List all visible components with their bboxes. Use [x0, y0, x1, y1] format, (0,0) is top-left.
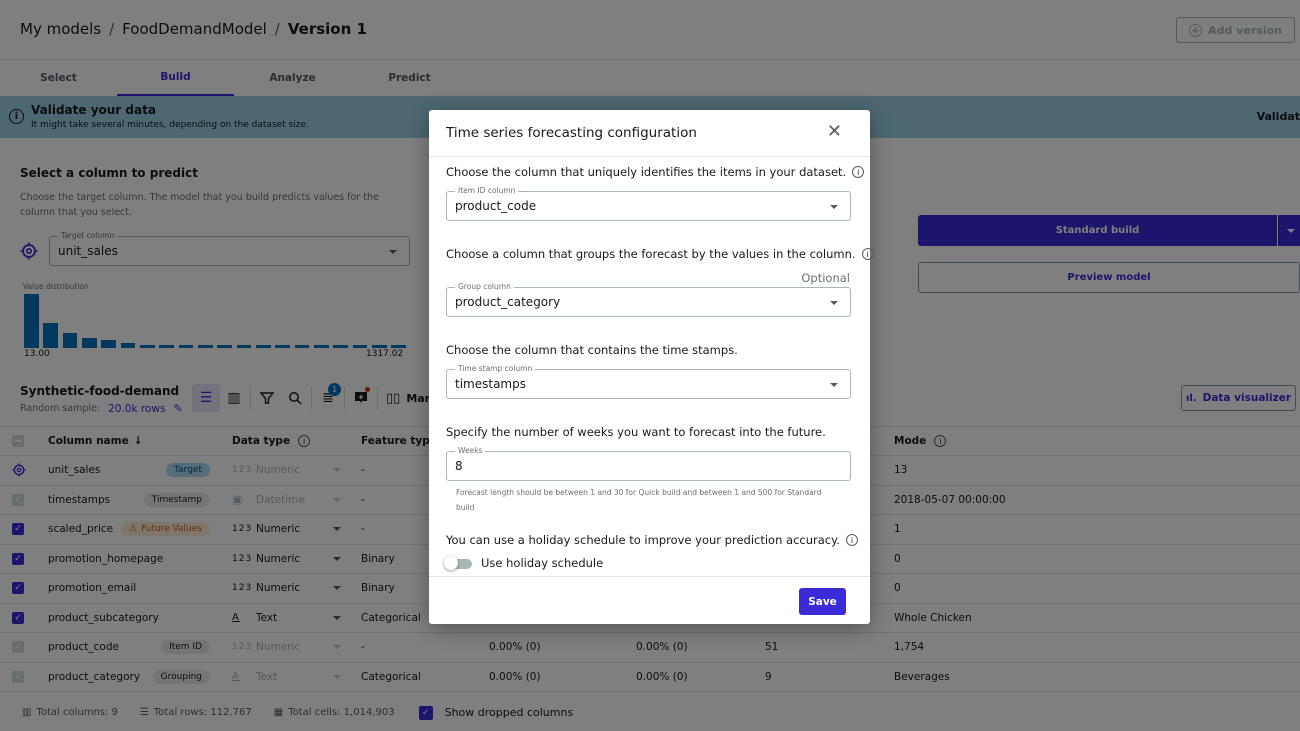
chevron-down-icon [830, 205, 838, 209]
chevron-down-icon [830, 383, 838, 387]
optional-label: Optional [801, 271, 850, 285]
close-icon[interactable]: ✕ [827, 123, 842, 141]
timestamp-question-text: Choose the column that contains the time… [446, 343, 738, 357]
item-id-question-text: Choose the column that uniquely identifi… [446, 165, 847, 179]
holiday-question: You can use a holiday schedule to improv… [446, 533, 858, 547]
holiday-schedule-toggle[interactable] [444, 556, 472, 570]
save-button[interactable]: Save [799, 588, 846, 615]
weeks-question: Specify the number of weeks you want to … [446, 425, 826, 439]
info-icon[interactable]: i [861, 248, 874, 260]
chevron-down-icon [830, 301, 838, 305]
item-id-column-select[interactable]: Item ID column product_code [446, 186, 851, 221]
ts-config-modal: Time series forecasting configuration ✕ … [429, 110, 874, 624]
item-id-value: product_code [455, 199, 537, 213]
group-question: Choose a column that groups the forecast… [446, 247, 874, 261]
item-id-legend: Item ID column [455, 186, 519, 196]
group-value: product_category [455, 295, 561, 309]
weeks-helper-text: Forecast length should be between 1 and … [456, 488, 822, 512]
weeks-legend: Weeks [455, 446, 486, 456]
modal-title: Time series forecasting configuration [446, 125, 697, 141]
holiday-toggle-label: Use holiday schedule [481, 556, 604, 570]
group-question-text: Choose a column that groups the forecast… [446, 247, 856, 261]
modal-header: Time series forecasting configuration ✕ [429, 110, 870, 157]
toggle-knob [444, 556, 458, 570]
holiday-question-text: You can use a holiday schedule to improv… [446, 533, 840, 547]
item-id-question: Choose the column that uniquely identifi… [446, 165, 865, 179]
timestamp-column-select[interactable]: Time stamp column timestamps [446, 364, 851, 399]
weeks-input[interactable]: Weeks 8 [446, 446, 851, 481]
timestamp-legend: Time stamp column [455, 364, 536, 374]
group-legend: Group column [455, 282, 514, 292]
weeks-value: 8 [455, 459, 463, 473]
weeks-question-text: Specify the number of weeks you want to … [446, 425, 826, 439]
timestamp-value: timestamps [455, 377, 526, 391]
group-column-select[interactable]: Group column product_category [446, 282, 851, 317]
info-icon[interactable]: i [852, 166, 865, 178]
timestamp-question: Choose the column that contains the time… [446, 343, 738, 357]
modal-footer: Save [429, 576, 870, 624]
info-icon[interactable]: i [845, 534, 858, 546]
